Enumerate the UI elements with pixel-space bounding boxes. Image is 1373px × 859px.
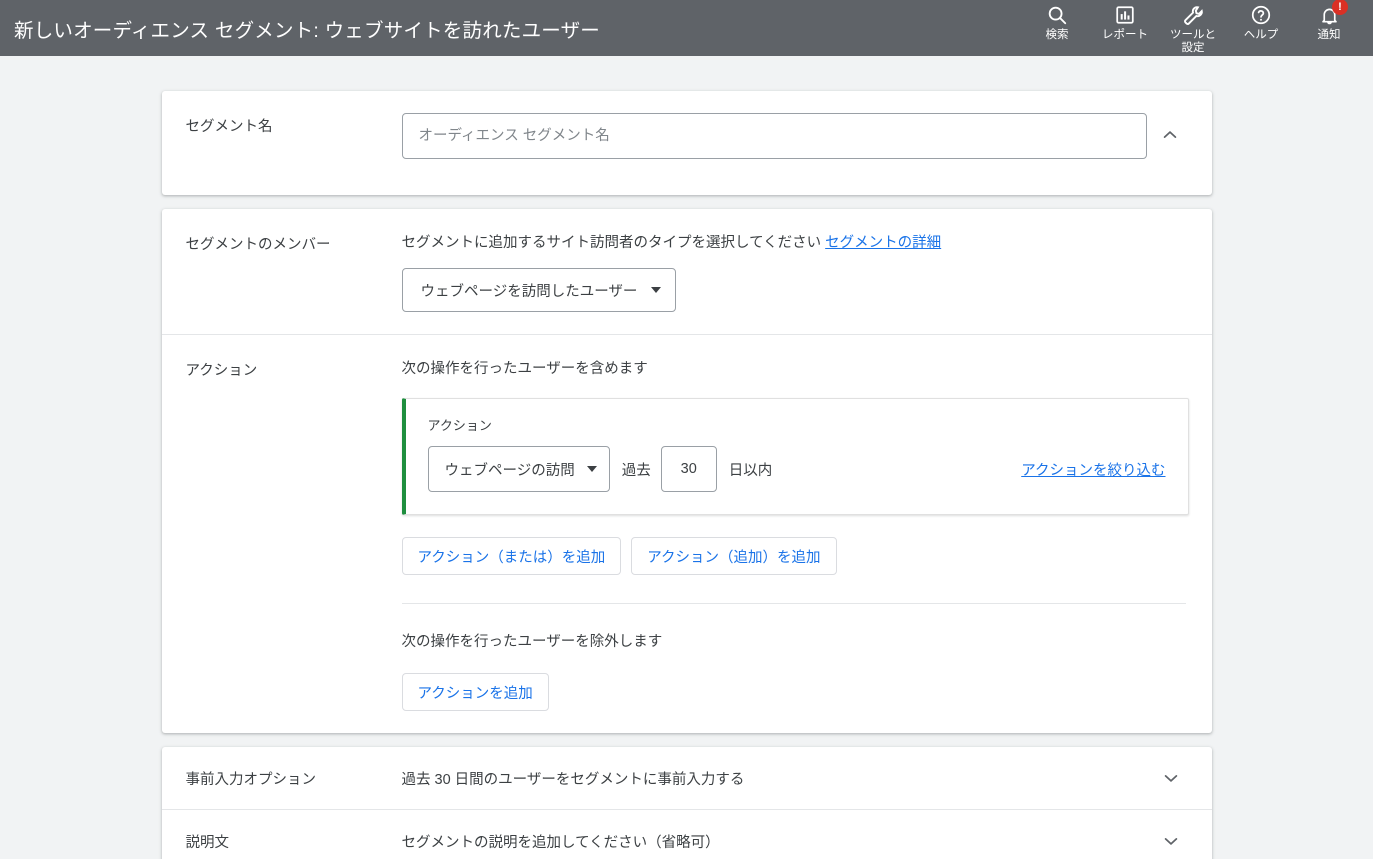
tools-icon xyxy=(1181,3,1205,27)
segment-members-label: セグメントのメンバー xyxy=(185,237,331,253)
segment-name-row: セグメント名 xyxy=(162,91,1212,195)
notifications-button[interactable]: ! 通知 xyxy=(1295,0,1363,56)
reports-label: レポート xyxy=(1102,29,1148,41)
bell-icon: ! xyxy=(1317,0,1348,27)
action-rule-controls: ウェブページの訪問 過去 日以内 アクションを絞り込む xyxy=(427,446,1166,492)
search-icon xyxy=(1045,3,1069,27)
tools-settings-button[interactable]: ツールと 設定 xyxy=(1159,0,1227,56)
help-icon xyxy=(1249,3,1273,27)
description-row[interactable]: 説明文 セグメントの説明を追加してください（省略可） xyxy=(161,809,1212,859)
tools-settings-label: ツールと 設定 xyxy=(1170,29,1216,54)
segment-members-description-line: セグメントに追加するサイト訪問者のタイプを選択してください セグメントの詳細 xyxy=(402,231,1186,252)
notifications-label: 通知 xyxy=(1317,29,1341,41)
refine-action-link[interactable]: アクションを絞り込む xyxy=(1021,459,1165,480)
add-action-button-row: アクション（または）を追加 アクション（追加）を追加 xyxy=(401,537,1186,575)
prepopulate-options-summary: 過去 30 日間のユーザーをセグメントに事前入力する xyxy=(401,771,745,788)
add-action-and-button[interactable]: アクション（追加）を追加 xyxy=(631,537,837,575)
add-exclusion-action-button[interactable]: アクションを追加 xyxy=(401,673,549,711)
action-section-body: 次の操作を行ったユーザーを含めます アクション ウェブページの訪問 過去 日以内… xyxy=(401,357,1189,711)
app-bar-actions: 検索 レポート ツールと 設定 ヘルプ ! 通知 xyxy=(1023,0,1363,56)
section-divider xyxy=(401,603,1186,604)
segment-definition-card: セグメントのメンバー セグメントに追加するサイト訪問者のタイプを選択してください… xyxy=(161,209,1212,733)
help-button[interactable]: ヘルプ xyxy=(1227,0,1295,56)
top-app-bar: 新しいオーディエンス セグメント: ウェブサイトを訪れたユーザー 検索 レポート xyxy=(0,0,1373,56)
prepopulate-options-label: 事前入力オプション xyxy=(185,771,317,788)
lookback-days-input[interactable] xyxy=(660,446,717,492)
chevron-up-icon[interactable] xyxy=(1154,119,1186,151)
include-users-text: 次の操作を行ったユーザーを含めます xyxy=(401,361,648,377)
action-type-select-value: ウェブページの訪問 xyxy=(444,462,575,479)
additional-options-card: 事前入力オプション 過去 30 日間のユーザーをセグメントに事前入力する 説明文… xyxy=(161,747,1212,859)
within-days-label: 日以内 xyxy=(728,462,773,479)
segment-members-body: セグメントに追加するサイト訪問者のタイプを選択してください セグメントの詳細 ウ… xyxy=(401,231,1186,312)
reports-icon xyxy=(1113,3,1137,27)
action-rule-card: アクション ウェブページの訪問 過去 日以内 アクションを絞り込む xyxy=(401,398,1189,515)
chevron-down-icon[interactable] xyxy=(1156,763,1186,793)
prepopulate-options-row[interactable]: 事前入力オプション 過去 30 日間のユーザーをセグメントに事前入力する xyxy=(162,747,1212,809)
action-type-select[interactable]: ウェブページの訪問 xyxy=(427,446,610,492)
caret-down-icon xyxy=(651,287,662,293)
exclude-users-text: 次の操作を行ったユーザーを除外します xyxy=(401,634,663,650)
segment-name-input[interactable] xyxy=(401,113,1147,159)
segment-name-label: セグメント名 xyxy=(185,119,273,135)
segment-name-body xyxy=(401,113,1147,159)
past-label: 過去 xyxy=(621,462,651,479)
segment-members-row: セグメントのメンバー セグメントに追加するサイト訪問者のタイプを選択してください… xyxy=(162,209,1212,334)
page-content: セグメント名 セグメントのメンバー セグメントに追加するサイト訪問者のタイプを選… xyxy=(0,56,1373,859)
search-label: 検索 xyxy=(1045,29,1069,41)
description-summary: セグメントの説明を追加してください（省略可） xyxy=(401,834,720,851)
segment-members-description: セグメントに追加するサイト訪問者のタイプを選択してください xyxy=(401,235,822,251)
description-label: 説明文 xyxy=(185,834,230,851)
page-title: 新しいオーディエンス セグメント: ウェブサイトを訪れたユーザー xyxy=(14,19,601,42)
help-label: ヘルプ xyxy=(1243,29,1279,41)
reports-button[interactable]: レポート xyxy=(1091,0,1159,56)
add-action-or-button[interactable]: アクション（または）を追加 xyxy=(401,537,622,575)
visitor-type-select[interactable]: ウェブページを訪問したユーザー xyxy=(401,268,677,312)
caret-down-icon xyxy=(586,466,597,472)
segment-name-card: セグメント名 xyxy=(161,91,1212,195)
search-button[interactable]: 検索 xyxy=(1023,0,1091,56)
segment-details-link[interactable]: セグメントの詳細 xyxy=(825,235,941,251)
action-row: アクション 次の操作を行ったユーザーを含めます アクション ウェブページの訪問 … xyxy=(161,334,1212,733)
action-rule-label: アクション xyxy=(427,418,492,433)
notification-badge: ! xyxy=(1332,0,1348,15)
visitor-type-select-value: ウェブページを訪問したユーザー xyxy=(420,283,638,300)
action-section-label: アクション xyxy=(185,363,258,379)
exclude-action-button-row: アクションを追加 xyxy=(401,673,1186,711)
chevron-down-icon[interactable] xyxy=(1156,826,1186,856)
